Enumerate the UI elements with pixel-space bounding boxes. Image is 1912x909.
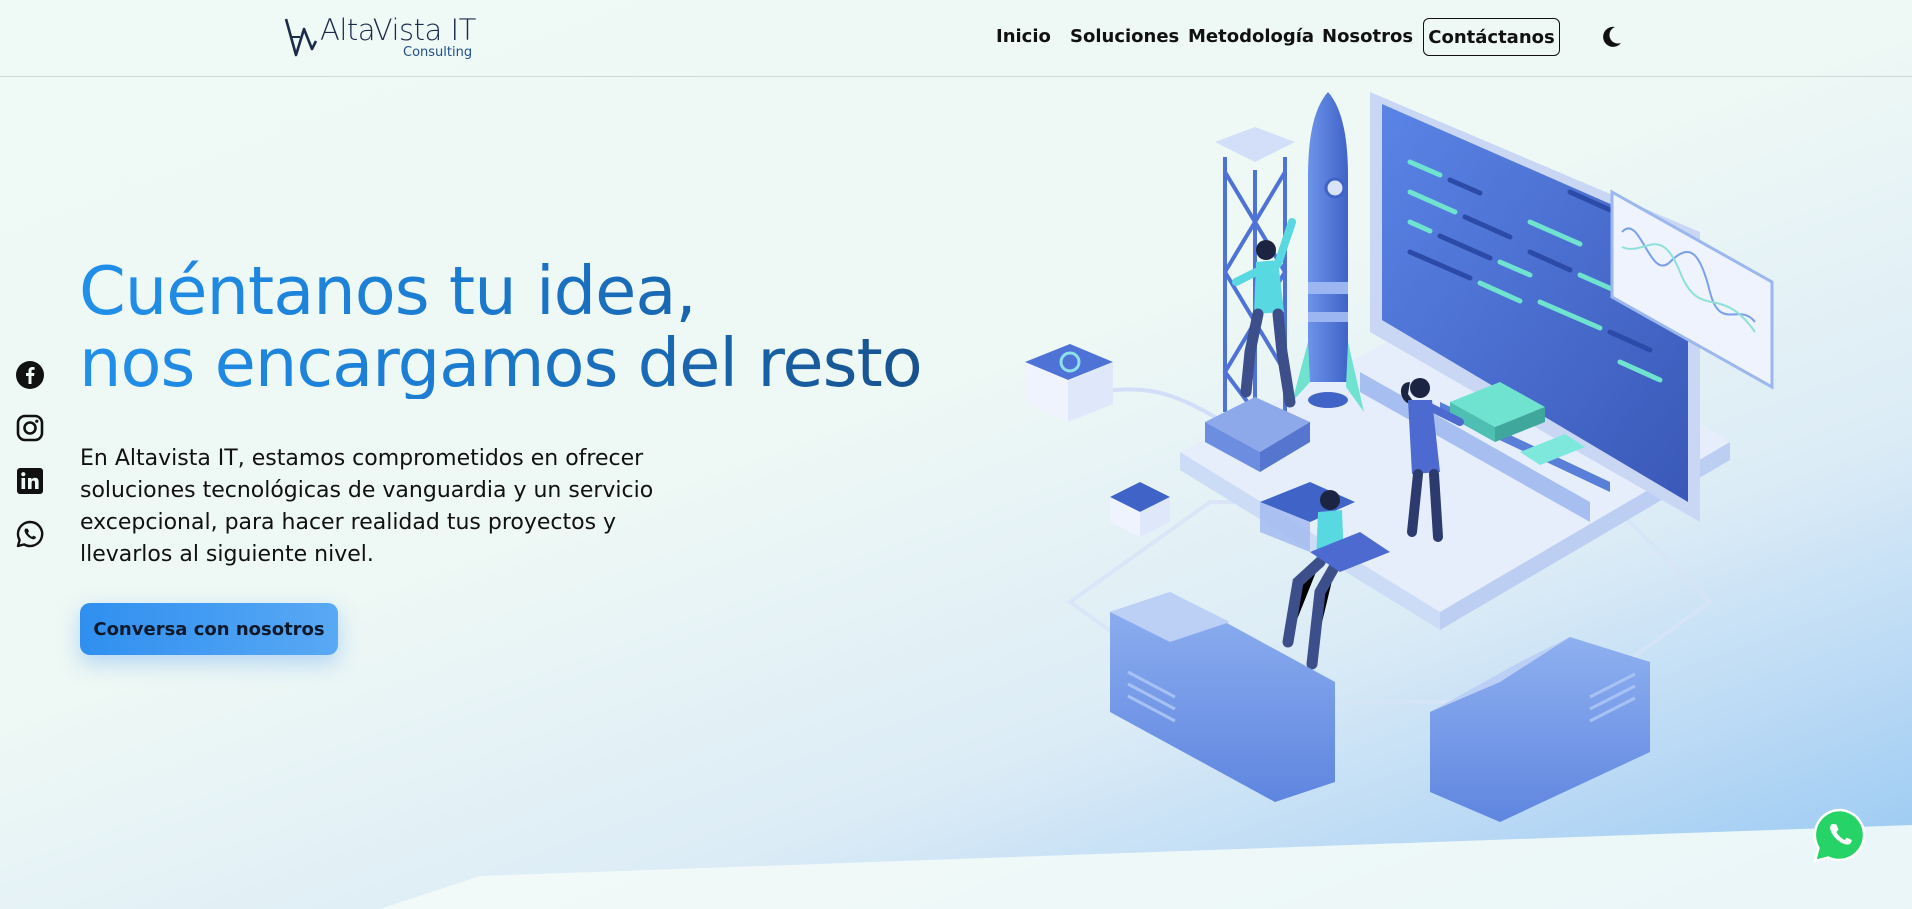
logo[interactable]: AltaVista IT Consulting [284, 13, 484, 63]
logo-name: AltaVista IT [320, 13, 476, 47]
moon-icon[interactable] [1598, 24, 1624, 50]
nav-link-metodologia[interactable]: Metodología [1188, 26, 1314, 47]
whatsapp-floating-icon[interactable] [1812, 808, 1868, 864]
nav-link-soluciones[interactable]: Soluciones [1070, 26, 1179, 47]
cta-button[interactable]: Conversa con nosotros [80, 603, 338, 655]
hero-title-line-1: Cuéntanos tu idea, [79, 255, 922, 327]
contact-button[interactable]: Contáctanos [1423, 18, 1560, 56]
logo-tagline: Consulting [403, 45, 473, 60]
linkedin-icon[interactable] [15, 466, 45, 496]
hero-illustration [1025, 92, 1774, 822]
nav-link-inicio[interactable]: Inicio [996, 26, 1051, 47]
nav-link-nosotros[interactable]: Nosotros [1322, 26, 1413, 47]
instagram-icon[interactable] [15, 413, 45, 443]
logo-mark-icon [284, 18, 318, 57]
facebook-icon[interactable] [15, 360, 45, 390]
hero-description: En Altavista IT, estamos comprometidos e… [80, 446, 654, 567]
hero-title-line-2: nos encargamos del resto [79, 324, 923, 402]
site-header: AltaVista IT Consulting Inicio Solucione… [0, 0, 1912, 77]
whatsapp-icon[interactable] [15, 519, 45, 549]
hero-title: Cuéntanos tu idea, nos encargamos del re… [79, 255, 923, 402]
